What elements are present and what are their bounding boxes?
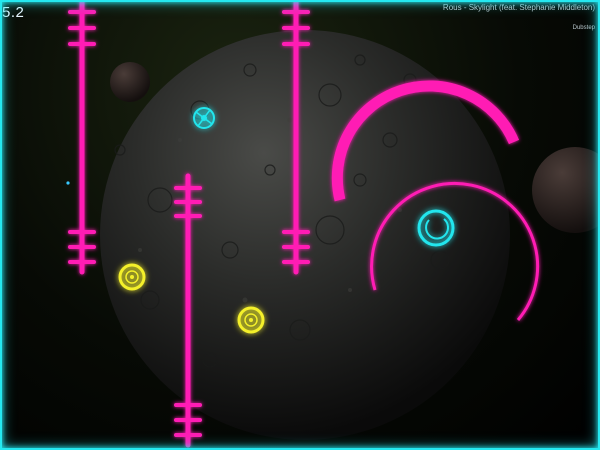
yellow-orb-pickup-icon [237,306,265,334]
yellow-orb-pickup-icon [118,263,146,291]
song-genre: Dubstep [572,25,595,31]
song-title: Rous - Skylight (feat. Stephanie Middlet… [442,3,595,12]
score-counter: 5.2 [2,4,25,21]
small-moon-left [110,62,150,102]
laser-hazard [68,0,96,275]
game-viewport[interactable]: 5.2 Rous - Skylight (feat. Stephanie Mid… [0,0,600,450]
cyan-satellite-drone-icon [193,107,215,129]
game-scene [66,0,600,448]
background-star [66,181,70,185]
small-moon-right [532,147,600,233]
